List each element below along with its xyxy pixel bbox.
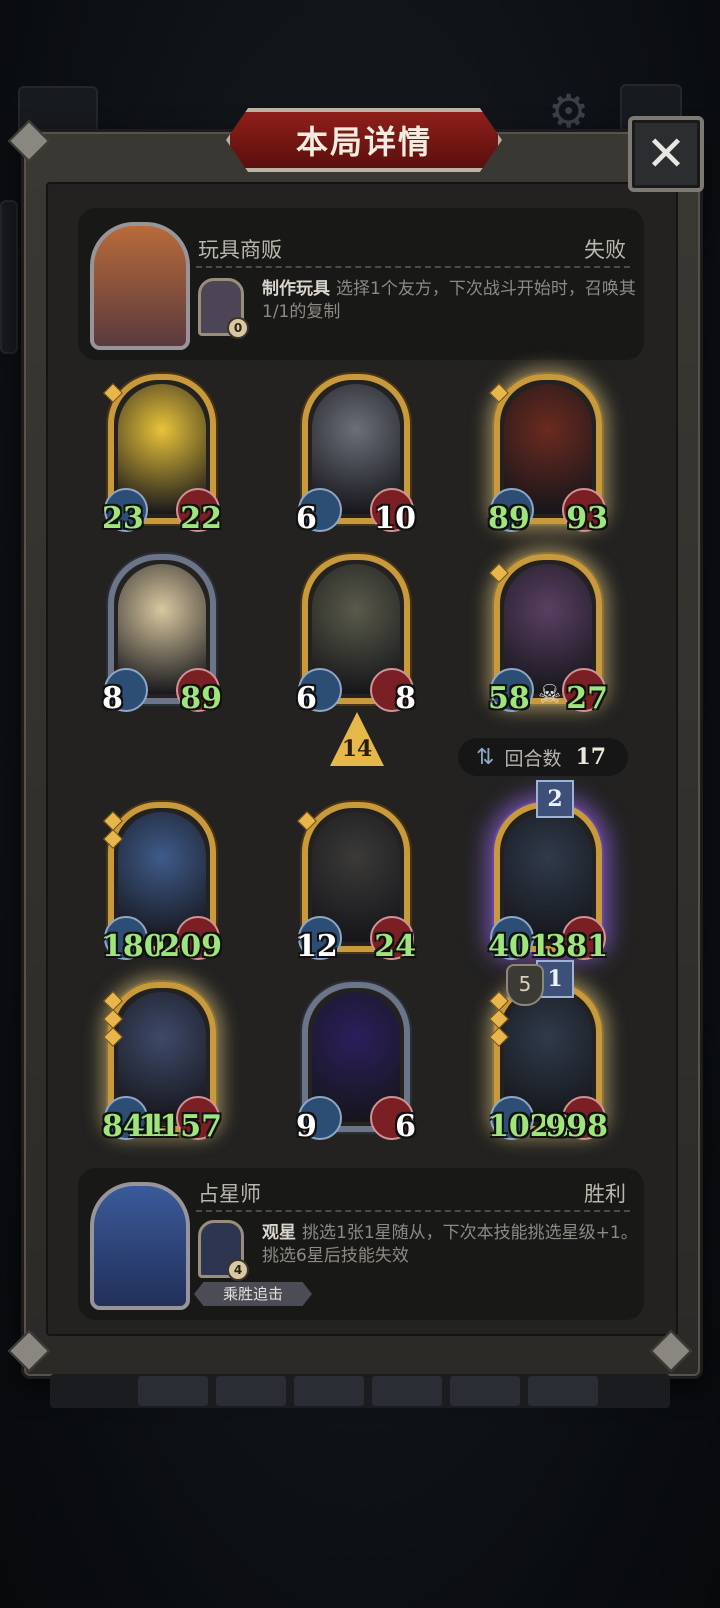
background-left-tab <box>0 200 18 354</box>
tavern-level-value: 14 <box>341 736 373 762</box>
round-value: 17 <box>575 744 607 770</box>
minion-attack: 58 <box>488 681 530 716</box>
dialog-title: 本局详情 <box>295 123 432 161</box>
opponent-skill-text: 制作玩具 选择1个友方，下次战斗开始时，召唤其1/1的复制 <box>262 278 642 324</box>
divider <box>196 266 630 268</box>
player-minion-card[interactable]: 844 1157 <box>102 982 222 1144</box>
opponent-minion-card[interactable]: 23 22 <box>102 374 222 536</box>
win-streak-badge: 乘胜追击 <box>194 1282 312 1306</box>
round-counter: ⇅ 回合数 17 <box>458 738 628 776</box>
minion-rank-tag: 2 <box>536 780 574 818</box>
background-settings-icon: ⚙ <box>548 84 590 138</box>
minion-health: 1157 <box>138 1109 223 1144</box>
minion-attack: 401 <box>488 929 551 964</box>
minion-attack: 23 <box>102 501 144 536</box>
minion-attack: 12 <box>296 929 338 964</box>
minion-attack: 6 <box>296 681 317 716</box>
swap-arrows-icon: ⇅ <box>476 744 495 770</box>
background-thumb <box>528 1376 598 1406</box>
player-minion-card[interactable]: 401 381 2 <box>488 780 608 964</box>
round-label: 回合数 <box>504 747 562 770</box>
player-skill-icon[interactable]: 4 <box>198 1220 249 1281</box>
minion-health: 22 <box>180 501 222 536</box>
opponent-result: 失败 <box>584 238 626 262</box>
skill-cost-badge: 4 <box>227 1259 249 1281</box>
minion-health: 6 <box>395 1109 416 1144</box>
shield-icon: 5 <box>506 964 544 1006</box>
background-thumb <box>372 1376 442 1406</box>
minion-health: 27 <box>566 681 608 716</box>
opponent-skill-name: 制作玩具 <box>262 279 330 299</box>
player-hero-portrait[interactable] <box>90 1182 190 1310</box>
opponent-minion-card[interactable]: 68 <box>296 554 416 716</box>
player-skill-desc: 挑选1张1星随从，下次本技能挑选星级+1。挑选6星后技能失效 <box>262 1223 638 1266</box>
opponent-minion-card[interactable]: 6 10 <box>296 374 416 536</box>
player-skill-text: 观星 挑选1张1星随从，下次本技能挑选星级+1。挑选6星后技能失效 <box>262 1222 642 1268</box>
player-minion-card[interactable]: 180 209 <box>102 802 222 964</box>
divider <box>196 1210 630 1212</box>
background-thumb <box>216 1376 286 1406</box>
player-skill-name: 观星 <box>262 1223 296 1243</box>
background-thumb <box>450 1376 520 1406</box>
minion-health: 10 <box>374 501 416 536</box>
close-icon: ✕ <box>645 126 687 182</box>
opponent-minion-card[interactable]: 89 93 <box>488 374 608 536</box>
minion-attack: 6 <box>296 501 317 536</box>
background-minion-strip <box>50 1374 670 1408</box>
background-thumb <box>294 1376 364 1406</box>
minion-health: 24 <box>374 929 416 964</box>
opponent-skill-icon[interactable]: 0 <box>198 278 249 339</box>
minion-health: 93 <box>566 501 608 536</box>
minion-health: 381 <box>545 929 608 964</box>
player-minion-card[interactable]: 1020 998 1 5 <box>488 960 608 1144</box>
player-hero-panel: 占星师 胜利 4 观星 挑选1张1星随从，下次本技能挑选星级+1。挑选6星后技能失… <box>78 1168 644 1320</box>
minion-attack: 89 <box>488 501 530 536</box>
minion-health: 209 <box>159 929 222 964</box>
minion-health: 89 <box>180 681 222 716</box>
minion-health: 998 <box>545 1109 608 1144</box>
skull-icon: ☠ <box>538 680 562 710</box>
minion-attack: 8 <box>102 681 123 716</box>
player-minion-card[interactable]: 96 <box>296 982 416 1144</box>
player-minion-card[interactable]: 12 24 <box>296 802 416 964</box>
dialog-title-banner: 本局详情 <box>226 108 502 172</box>
minion-attack: 180 <box>102 929 165 964</box>
opponent-hero-portrait[interactable] <box>90 222 190 350</box>
player-result: 胜利 <box>584 1182 626 1206</box>
background-thumb <box>138 1376 208 1406</box>
minion-attack: 9 <box>296 1109 317 1144</box>
opponent-hero-name: 玩具商贩 <box>198 238 282 262</box>
opponent-hero-panel: 玩具商贩 失败 0 制作玩具 选择1个友方，下次战斗开始时，召唤其1/1的复制 <box>78 208 644 360</box>
close-button[interactable]: ✕ <box>628 116 704 192</box>
player-hero-name: 占星师 <box>198 1182 261 1206</box>
opponent-minion-card[interactable]: 8 89 <box>102 554 222 716</box>
minion-health: 8 <box>395 681 416 716</box>
skill-cost-badge: 0 <box>227 317 249 339</box>
